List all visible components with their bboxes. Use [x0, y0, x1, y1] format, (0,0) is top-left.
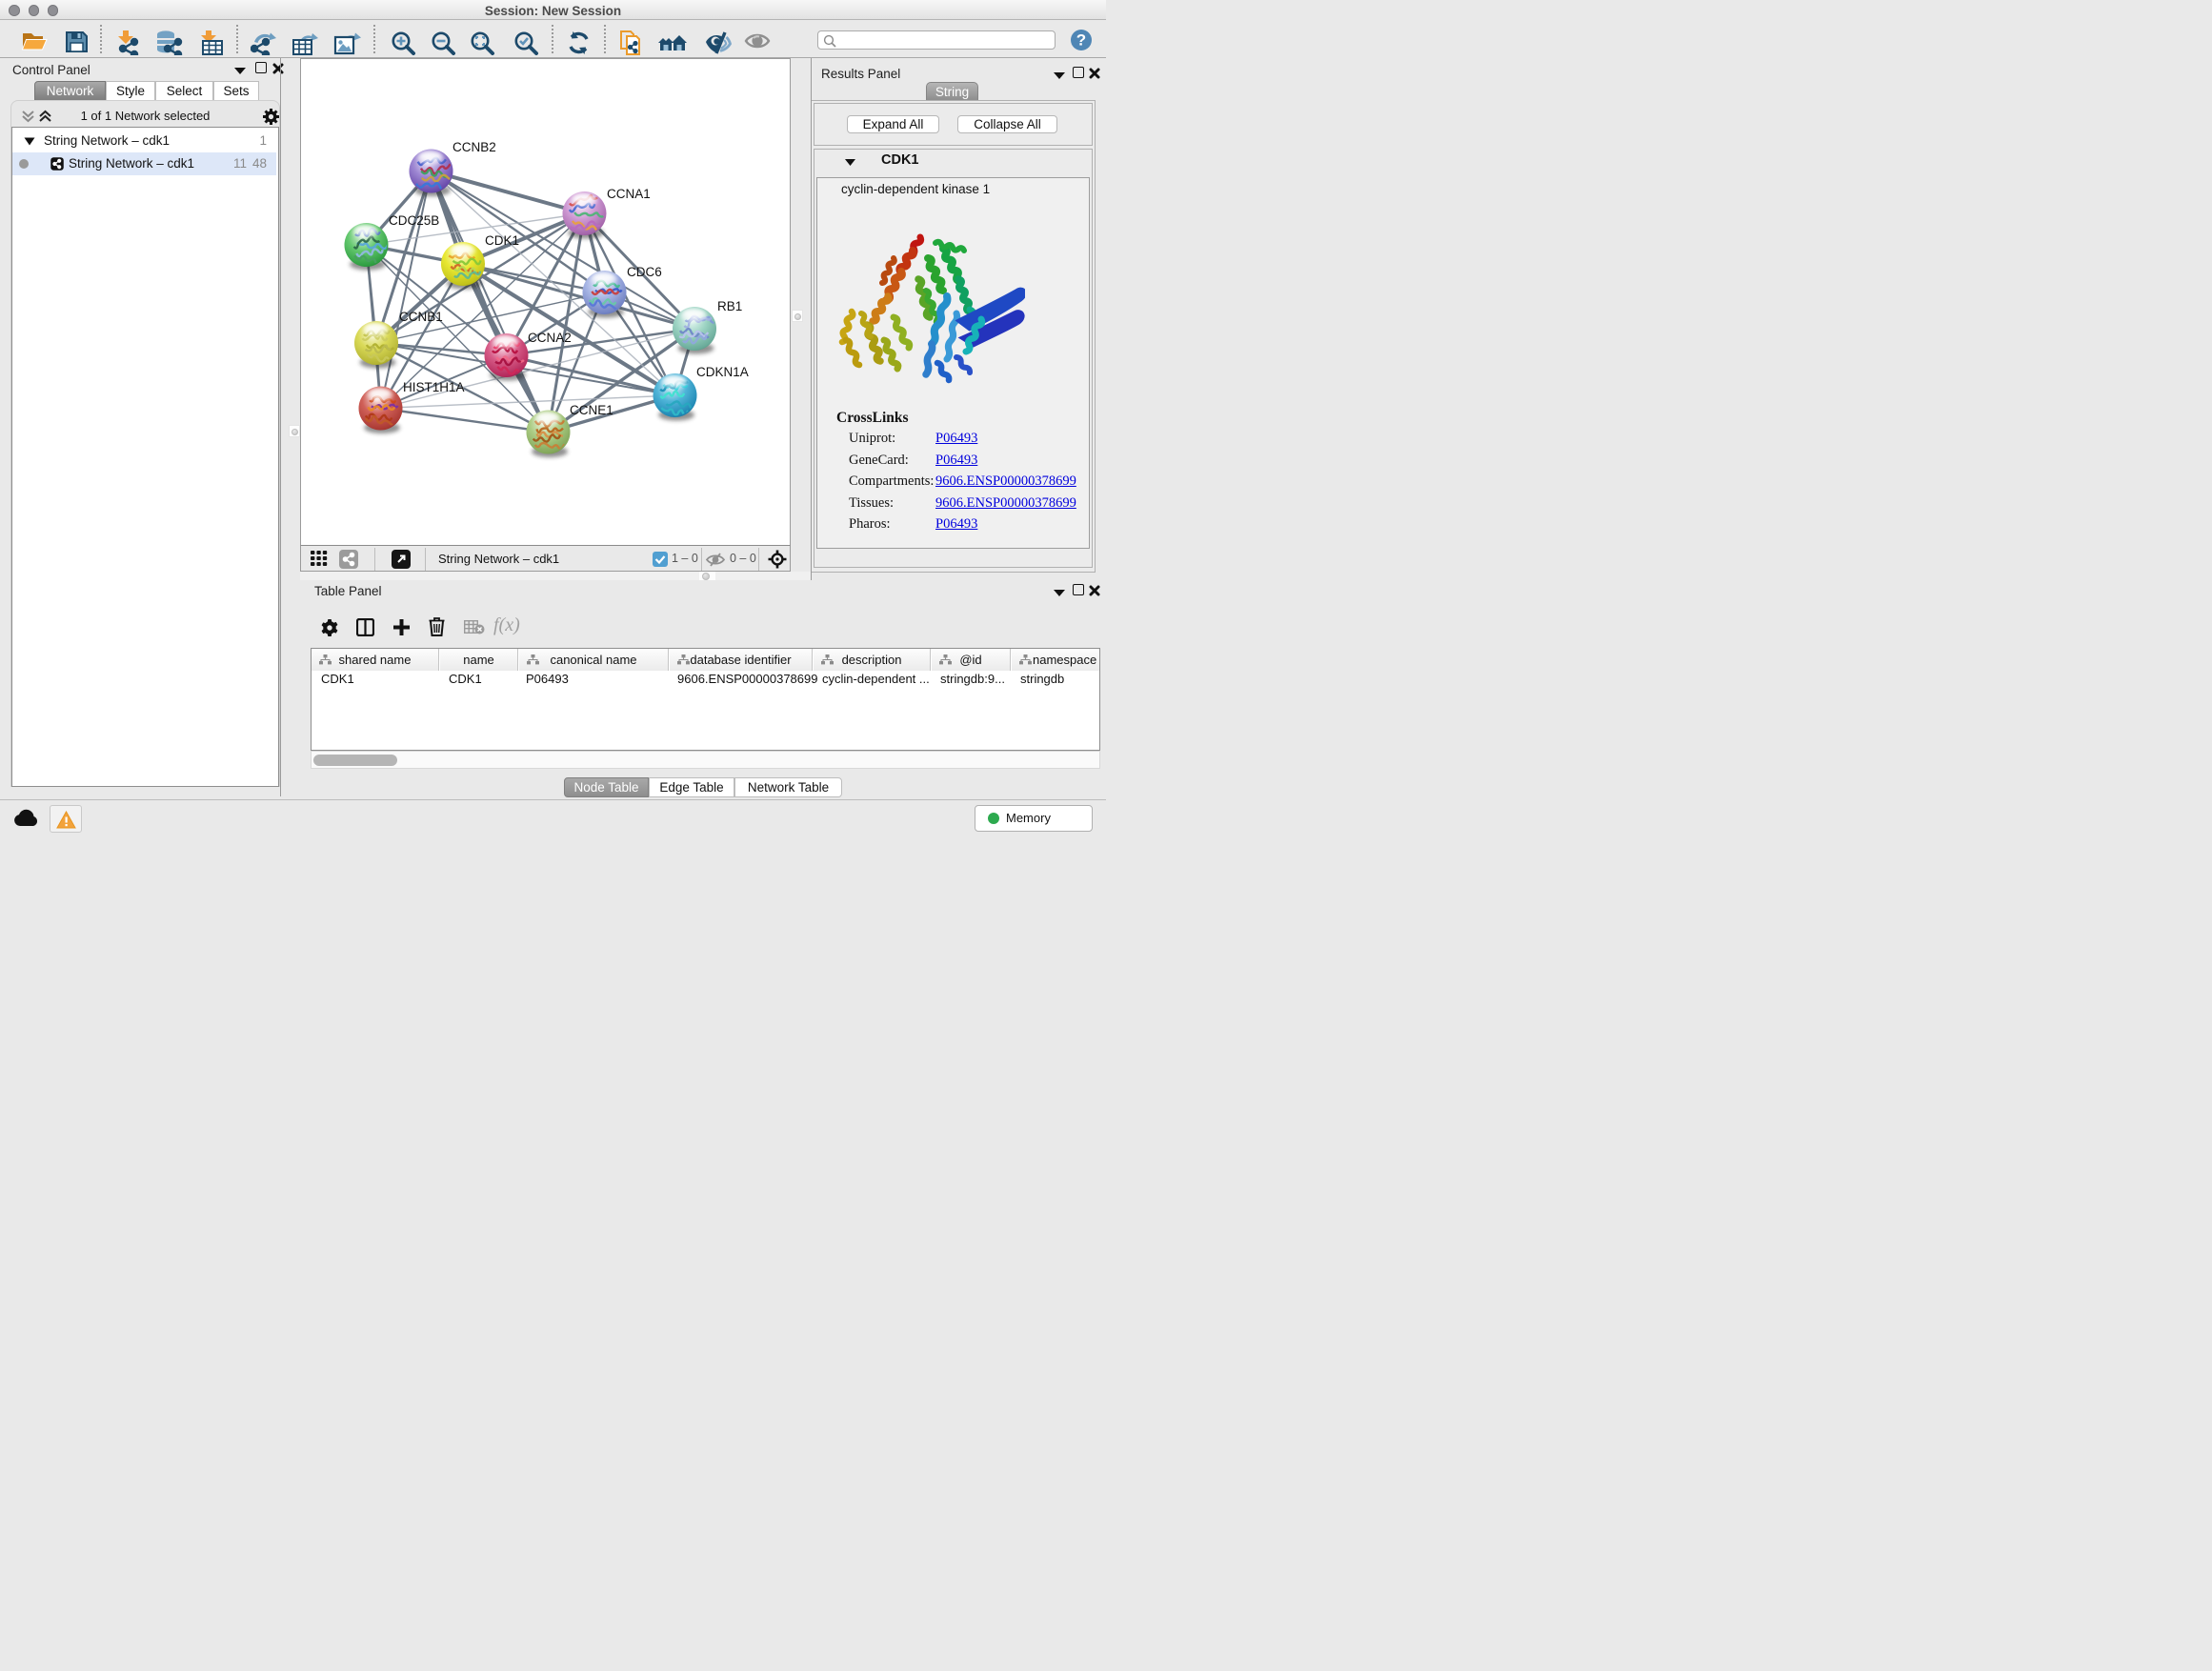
svg-text:CDK1: CDK1 [485, 233, 519, 248]
svg-text:CDKN1A: CDKN1A [696, 365, 749, 379]
svg-text:CCNA2: CCNA2 [528, 331, 572, 345]
svg-text:CCNE1: CCNE1 [570, 403, 613, 417]
svg-text:CDC6: CDC6 [627, 265, 662, 279]
svg-text:?: ? [1076, 31, 1086, 50]
svg-text:CDC25B: CDC25B [389, 213, 439, 228]
svg-text:CCNB1: CCNB1 [399, 310, 443, 324]
svg-text:HIST1H1A: HIST1H1A [403, 380, 465, 394]
svg-text:CCNB2: CCNB2 [452, 140, 496, 154]
svg-text:RB1: RB1 [717, 299, 742, 313]
svg-text:CCNA1: CCNA1 [607, 187, 651, 201]
